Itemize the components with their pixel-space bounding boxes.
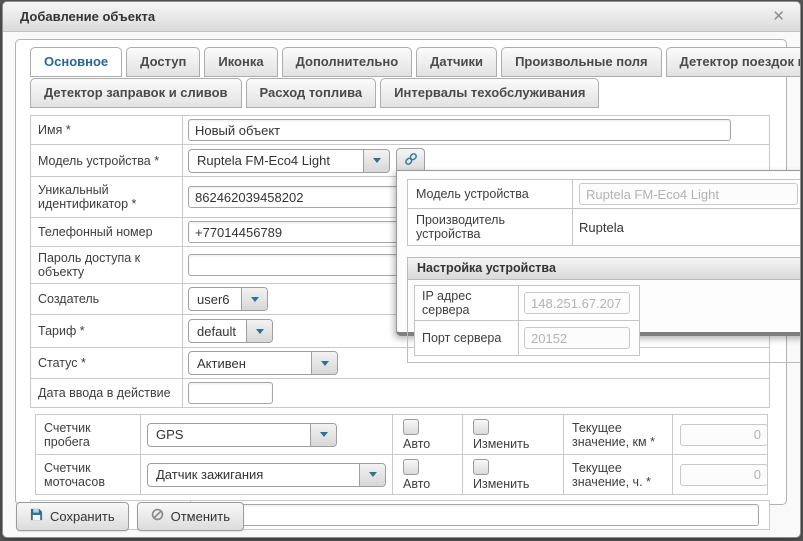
mileage-counter-selected-value: GPS bbox=[148, 424, 310, 446]
add-object-dialog: Добавление объекта ✕ Основное Доступ Ико… bbox=[2, 1, 801, 538]
popup-manufacturer-label: Производитель устройства bbox=[408, 209, 573, 245]
chevron-down-icon[interactable] bbox=[311, 352, 337, 374]
engine-hours-counter-row: Счетчик моточасов Датчик зажигания Авто bbox=[35, 454, 768, 495]
phone-label: Телефонный номер bbox=[31, 218, 183, 246]
close-icon[interactable]: ✕ bbox=[772, 9, 785, 24]
name-label: Имя * bbox=[31, 116, 183, 144]
chevron-down-icon[interactable] bbox=[359, 464, 385, 486]
chevron-down-icon[interactable] bbox=[246, 320, 272, 342]
tab-service-intervals[interactable]: Интервалы техобслуживания bbox=[380, 78, 599, 108]
tab-trips-detector[interactable]: Детектор поездок и стоянок bbox=[666, 47, 801, 77]
device-model-select[interactable]: Ruptela FM-Eco4 Light bbox=[188, 149, 390, 173]
status-label: Статус * bbox=[31, 348, 183, 378]
tab-custom-fields[interactable]: Произвольные поля bbox=[501, 47, 661, 77]
device-model-selected-value: Ruptela FM-Eco4 Light bbox=[189, 150, 363, 172]
save-button[interactable]: Сохранить bbox=[16, 502, 129, 531]
tab-access[interactable]: Доступ bbox=[126, 47, 200, 77]
tab-advanced[interactable]: Дополнительно bbox=[282, 47, 413, 77]
commissioning-date-input[interactable] bbox=[188, 382, 273, 404]
tab-nav: Основное Доступ Иконка Дополнительно Дат… bbox=[16, 40, 786, 108]
server-port-input bbox=[524, 327, 630, 349]
chevron-down-icon[interactable] bbox=[363, 150, 389, 172]
dialog-title: Добавление объекта bbox=[3, 9, 155, 24]
device-info-table: Модель устройства Производитель устройст… bbox=[407, 179, 801, 246]
popup-manufacturer-row: Производитель устройства Ruptela bbox=[407, 208, 801, 246]
unique-id-label: Уникальный идентификатор * bbox=[31, 177, 183, 217]
access-password-label: Пароль доступа к объекту bbox=[31, 247, 183, 283]
mileage-current-value-input bbox=[680, 424, 768, 446]
server-port-row: Порт сервера bbox=[414, 320, 640, 356]
mileage-counter-row: Счетчик пробега GPS Авто Изменить bbox=[35, 414, 768, 455]
server-ip-row: IP адрес сервера bbox=[414, 285, 640, 321]
mileage-change-checkbox[interactable] bbox=[473, 419, 489, 435]
note-input[interactable] bbox=[197, 504, 759, 526]
cancel-icon bbox=[151, 508, 164, 524]
billing-plan-selected-value: default bbox=[189, 320, 246, 342]
name-row: Имя * bbox=[30, 115, 770, 145]
tab-fillings-detector[interactable]: Детектор заправок и сливов bbox=[30, 78, 242, 108]
mileage-counter-select[interactable]: GPS bbox=[147, 423, 337, 447]
tab-sensors[interactable]: Датчики bbox=[416, 47, 497, 77]
popup-device-model-row: Модель устройства bbox=[407, 179, 801, 209]
commissioning-date-row: Дата ввода в действие bbox=[30, 378, 770, 408]
dialog-footer: Сохранить Отменить bbox=[16, 502, 244, 531]
popup-device-model-input bbox=[579, 183, 798, 205]
engine-hours-counter-select[interactable]: Датчик зажигания bbox=[147, 463, 386, 487]
device-settings-title: Настройка устройства bbox=[408, 258, 801, 280]
commissioning-date-label: Дата ввода в действие bbox=[31, 379, 183, 407]
tab-main[interactable]: Основное bbox=[30, 47, 122, 77]
engine-hours-current-label: Текущее значение, ч. * bbox=[564, 455, 673, 494]
engine-hours-selected-value: Датчик зажигания bbox=[148, 464, 359, 486]
cancel-button-label: Отменить bbox=[171, 509, 230, 524]
mileage-auto-label: Авто bbox=[403, 437, 430, 451]
status-selected-value: Активен bbox=[189, 352, 311, 374]
tab-icon[interactable]: Иконка bbox=[204, 47, 277, 77]
creator-selected-value: user6 bbox=[189, 288, 241, 310]
creator-select[interactable]: user6 bbox=[188, 287, 268, 311]
chevron-down-icon[interactable] bbox=[310, 424, 336, 446]
engine-hours-label: Счетчик моточасов bbox=[36, 455, 141, 494]
popup-manufacturer-value: Ruptela bbox=[573, 217, 801, 238]
mileage-auto-checkbox[interactable] bbox=[403, 419, 419, 435]
creator-label: Создатель bbox=[31, 284, 183, 314]
server-ip-label: IP адрес сервера bbox=[415, 286, 519, 320]
status-select[interactable]: Активен bbox=[188, 351, 338, 375]
device-model-label: Модель устройства * bbox=[31, 145, 183, 176]
billing-plan-select[interactable]: default bbox=[188, 319, 273, 343]
mileage-current-label: Текущее значение, км * bbox=[564, 415, 673, 454]
link-icon bbox=[404, 152, 418, 169]
device-settings-popup: Модель устройства Производитель устройст… bbox=[396, 170, 801, 336]
engine-hours-current-value-input bbox=[680, 464, 768, 486]
chevron-down-icon[interactable] bbox=[241, 288, 267, 310]
name-input[interactable] bbox=[188, 119, 731, 141]
server-ip-input bbox=[524, 292, 630, 314]
engine-hours-auto-checkbox[interactable] bbox=[403, 459, 419, 475]
dialog-titlebar[interactable]: Добавление объекта ✕ bbox=[3, 2, 800, 32]
device-settings-groupbox: Настройка устройства IP адрес сервера По… bbox=[407, 257, 801, 363]
save-icon bbox=[30, 508, 43, 524]
save-button-label: Сохранить bbox=[50, 509, 115, 524]
mileage-change-label: Изменить bbox=[473, 437, 529, 451]
engine-hours-change-label: Изменить bbox=[473, 477, 529, 491]
mileage-counter-label: Счетчик пробега bbox=[36, 415, 141, 454]
engine-hours-change-checkbox[interactable] bbox=[473, 459, 489, 475]
server-port-label: Порт сервера bbox=[415, 321, 519, 355]
engine-hours-auto-label: Авто bbox=[403, 477, 430, 491]
popup-device-model-label: Модель устройства bbox=[408, 180, 573, 208]
billing-plan-label: Тариф * bbox=[31, 315, 183, 347]
server-settings-table: IP адрес сервера Порт сервера bbox=[414, 285, 640, 356]
cancel-button[interactable]: Отменить bbox=[137, 502, 244, 531]
counters-table: Счетчик пробега GPS Авто Изменить bbox=[35, 414, 768, 495]
tab-fuel-consumption[interactable]: Расход топлива bbox=[246, 78, 377, 108]
